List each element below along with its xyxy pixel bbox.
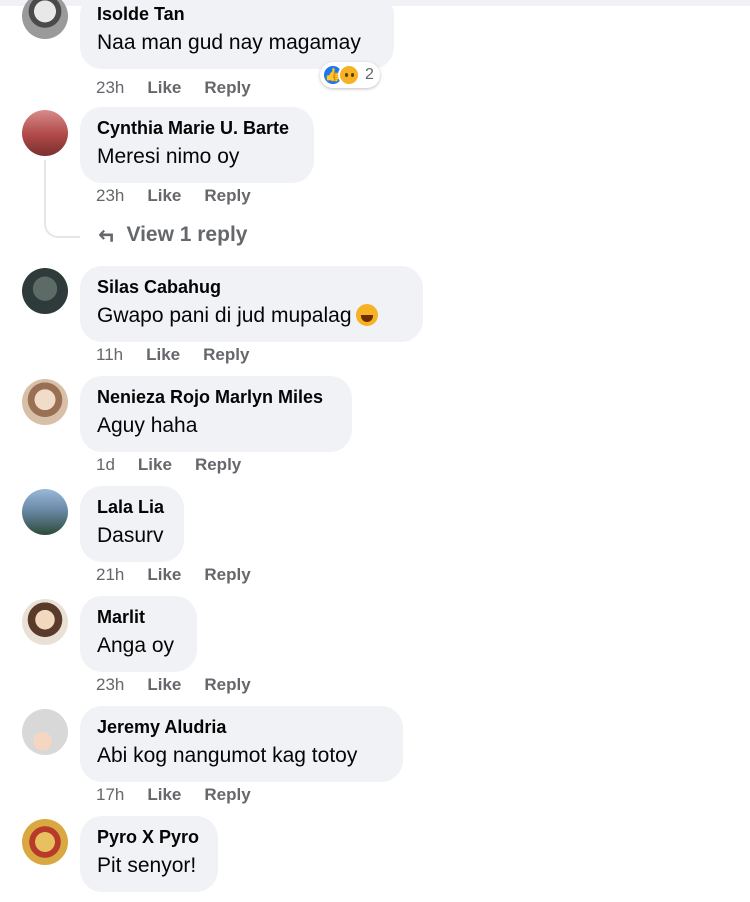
reaction-summary[interactable]: 👍 2: [320, 62, 380, 88]
reply-button[interactable]: Reply: [204, 784, 250, 806]
view-replies-link[interactable]: ↵ View 1 reply: [98, 222, 247, 248]
comment-time[interactable]: 1d: [96, 454, 115, 476]
comment-bubble: Jeremy Aludria Abi kog nangumot kag toto…: [80, 706, 403, 782]
reply-button[interactable]: Reply: [204, 185, 250, 207]
comment-author[interactable]: Jeremy Aludria: [97, 715, 385, 739]
comment-author[interactable]: Lala Lia: [97, 495, 166, 519]
comment-bubble: Lala Lia Dasurv: [80, 486, 184, 562]
comment-actions: 23h Like Reply: [96, 674, 251, 696]
comment-text: Dasurv: [97, 524, 164, 547]
comment-text: Naa man gud nay magamay: [97, 31, 361, 54]
avatar[interactable]: [22, 819, 68, 865]
comment-actions: 21h Like Reply: [96, 564, 251, 586]
like-button[interactable]: Like: [147, 674, 181, 696]
comment-author[interactable]: Cynthia Marie U. Barte: [97, 116, 296, 140]
comment-author[interactable]: Marlit: [97, 605, 179, 629]
comment-text: Meresi nimo oy: [97, 145, 240, 168]
comment-bubble: Isolde Tan Naa man gud nay magamay: [80, 0, 394, 69]
sad-reaction-icon: [338, 64, 360, 86]
comment-actions: 17h Like Reply: [96, 784, 251, 806]
comment-text: Anga oy: [97, 634, 175, 657]
comment-bubble: Cynthia Marie U. Barte Meresi nimo oy: [80, 107, 314, 183]
reply-button[interactable]: Reply: [203, 344, 249, 366]
comment-author[interactable]: Silas Cabahug: [97, 275, 405, 299]
reaction-count: 2: [365, 66, 374, 83]
avatar[interactable]: [22, 599, 68, 645]
comment-text: Gwapo pani di jud mupalag: [97, 301, 405, 331]
comment-time[interactable]: 23h: [96, 77, 124, 99]
comment-time[interactable]: 23h: [96, 185, 124, 207]
comment-author[interactable]: Isolde Tan: [97, 2, 376, 26]
comment-bubble: Nenieza Rojo Marlyn Miles Aguy haha: [80, 376, 352, 452]
comment-actions: 23h Like Reply: [96, 77, 251, 99]
avatar[interactable]: [22, 0, 68, 39]
like-button[interactable]: Like: [138, 454, 172, 476]
comment-time[interactable]: 23h: [96, 674, 124, 696]
comment-actions: 1d Like Reply: [96, 454, 241, 476]
reply-button[interactable]: Reply: [204, 77, 250, 99]
comment-bubble: Silas Cabahug Gwapo pani di jud mupalag: [80, 266, 423, 342]
view-replies-label: View 1 reply: [126, 223, 248, 246]
comment-text: Aguy haha: [97, 414, 198, 437]
comment-author[interactable]: Nenieza Rojo Marlyn Miles: [97, 385, 334, 409]
reply-button[interactable]: Reply: [195, 454, 241, 476]
reply-button[interactable]: Reply: [204, 674, 250, 696]
comment-time[interactable]: 21h: [96, 564, 124, 586]
laughing-emoji-icon: [355, 304, 378, 326]
like-button[interactable]: Like: [147, 77, 181, 99]
avatar[interactable]: [22, 379, 68, 425]
comment-time[interactable]: 17h: [96, 784, 124, 806]
like-button[interactable]: Like: [147, 185, 181, 207]
comment-actions: 11h Like Reply: [96, 344, 249, 366]
like-button[interactable]: Like: [146, 344, 180, 366]
comment-text: Abi kog nangumot kag totoy: [97, 744, 358, 767]
avatar[interactable]: [22, 110, 68, 156]
comment-text: Pit senyor!: [97, 854, 197, 877]
like-button[interactable]: Like: [147, 564, 181, 586]
comment-bubble: Marlit Anga oy: [80, 596, 197, 672]
comment-text-value: Gwapo pani di jud mupalag: [97, 304, 352, 327]
reply-button[interactable]: Reply: [204, 564, 250, 586]
comment-actions: 23h Like Reply: [96, 185, 251, 207]
reply-arrow-icon: ↵: [98, 223, 117, 248]
comment-time[interactable]: 11h: [96, 344, 123, 366]
thread-connector: [44, 160, 80, 238]
avatar[interactable]: [22, 709, 68, 755]
comment-bubble: Pyro X Pyro Pit senyor!: [80, 816, 218, 892]
avatar[interactable]: [22, 268, 68, 314]
avatar[interactable]: [22, 489, 68, 535]
like-button[interactable]: Like: [147, 784, 181, 806]
comment-author[interactable]: Pyro X Pyro: [97, 825, 200, 849]
